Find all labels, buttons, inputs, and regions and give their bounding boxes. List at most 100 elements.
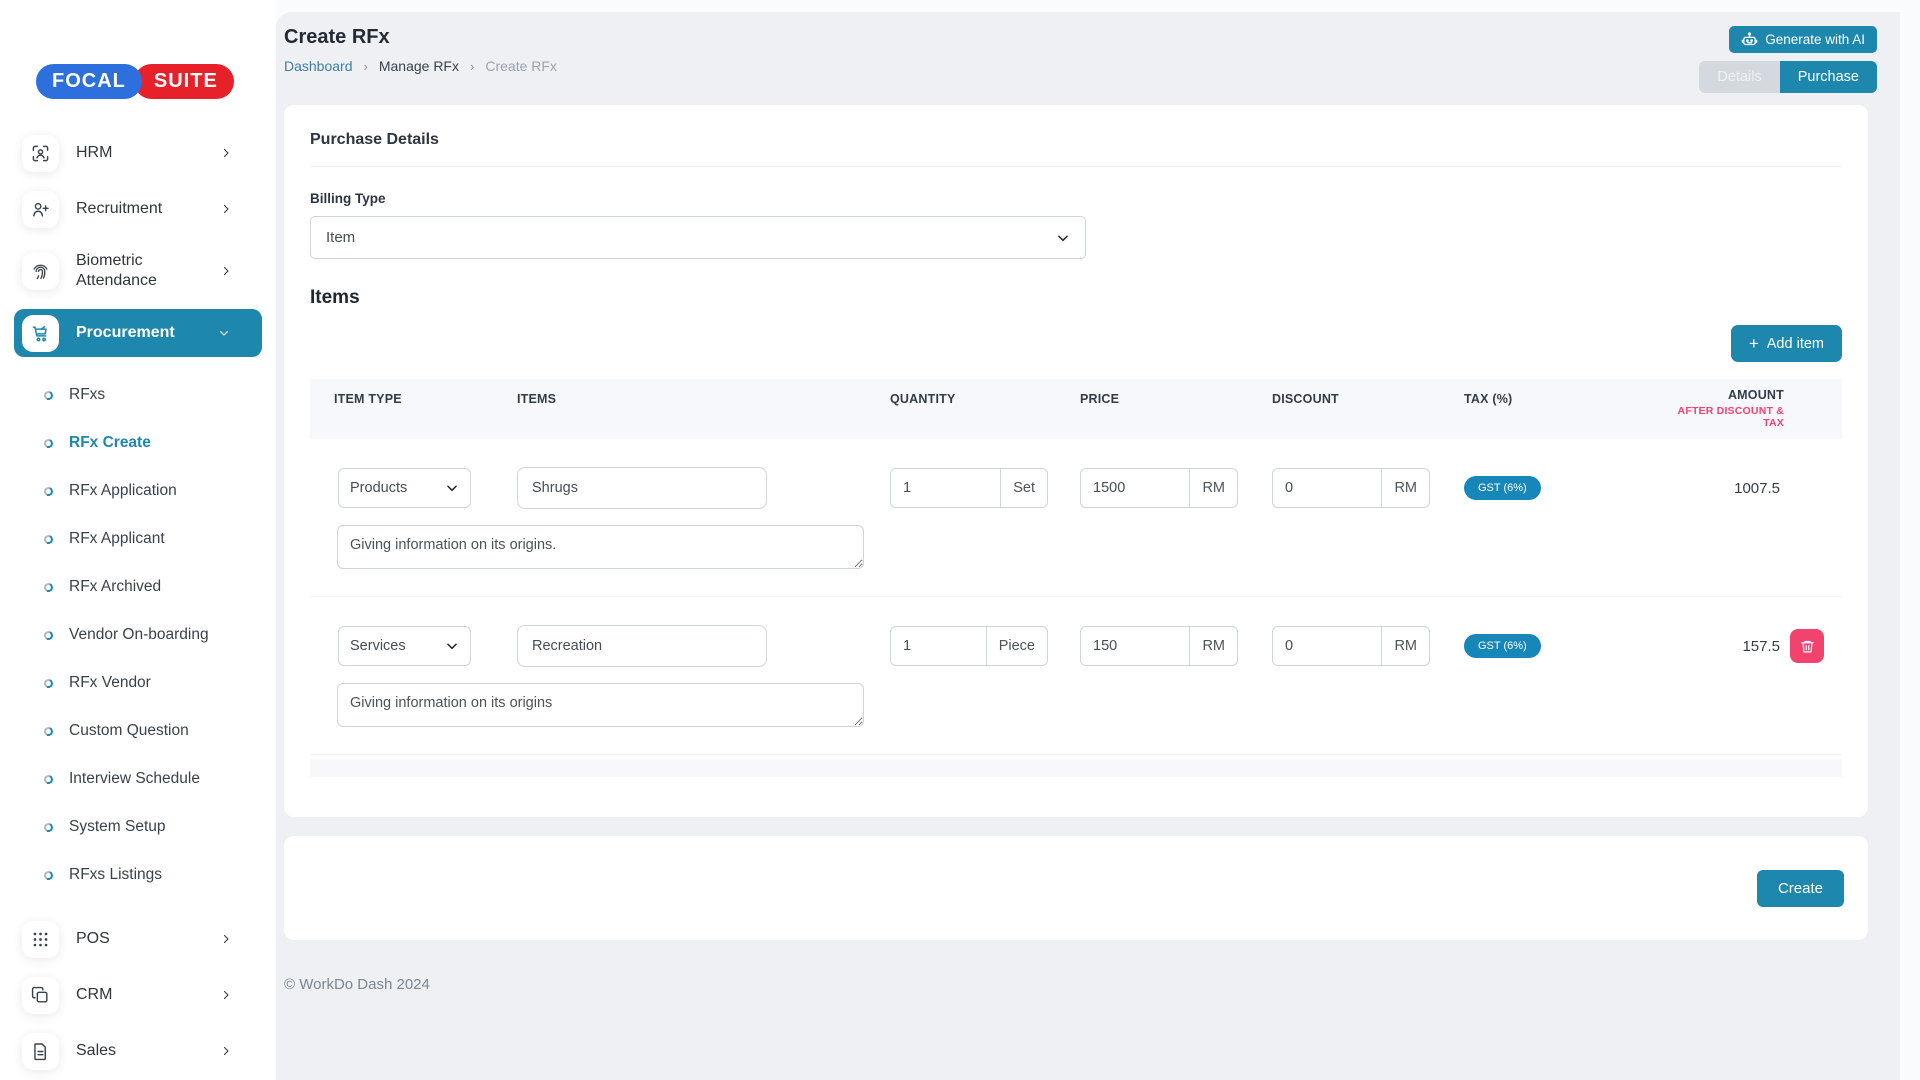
plus-icon: + xyxy=(1749,335,1759,352)
sidebar-item-rfxs-listings[interactable]: RFxs Listings xyxy=(0,851,276,899)
delete-item-button[interactable] xyxy=(1790,629,1824,663)
sidebar-item-label: HRM xyxy=(76,143,172,163)
sidebar-item-recruitment[interactable]: Recruitment xyxy=(0,181,276,237)
sidebar-item-pos[interactable]: POS xyxy=(0,911,276,967)
chevron-down-icon xyxy=(445,639,459,653)
discount-input[interactable] xyxy=(1273,469,1381,507)
table-footer-strip xyxy=(310,759,1842,777)
item-type-select[interactable]: Services xyxy=(338,626,471,666)
tab-details[interactable]: Details xyxy=(1699,61,1779,93)
sidebar-item-rfx-archived[interactable]: RFx Archived xyxy=(0,563,276,611)
item-type-select[interactable]: Products xyxy=(338,468,471,508)
logo-suite: SUITE xyxy=(134,64,234,99)
actions-card: Create xyxy=(284,836,1868,940)
sidebar-item-rfx-applicant[interactable]: RFx Applicant xyxy=(0,515,276,563)
sidebar-item-label: Sales xyxy=(76,1041,176,1061)
bullet-icon xyxy=(43,629,55,641)
breadcrumb-manage-rfx[interactable]: Manage RFx xyxy=(379,58,459,74)
price-input[interactable] xyxy=(1081,469,1189,507)
purchase-details-card: Purchase Details Billing Type Item Items… xyxy=(284,105,1868,817)
procurement-submenu: RFxs RFx Create RFx Application RFx Appl… xyxy=(0,371,276,899)
generate-with-ai-button[interactable]: Generate with AI xyxy=(1729,26,1877,53)
tax-badge: GST (6%) xyxy=(1464,476,1541,500)
hrm-scan-icon xyxy=(22,135,59,172)
fingerprint-icon xyxy=(22,253,59,290)
breadcrumb-separator: › xyxy=(364,59,368,74)
bullet-icon xyxy=(43,725,55,737)
billing-type-label: Billing Type xyxy=(310,191,1842,206)
shopping-cart-icon xyxy=(22,315,59,352)
discount-input-group: RM xyxy=(1272,626,1430,666)
quantity-input[interactable] xyxy=(891,627,986,665)
document-icon xyxy=(22,1033,59,1070)
sidebar-item-label: Procurement xyxy=(76,323,235,343)
item-description-textarea[interactable]: Giving information on its origins. xyxy=(337,525,864,569)
sidebar-item-rfx-create[interactable]: RFx Create xyxy=(0,419,276,467)
robot-icon xyxy=(1741,31,1758,48)
discount-input[interactable] xyxy=(1273,627,1381,665)
chevron-down-icon xyxy=(1056,231,1070,245)
sidebar-item-system-setup[interactable]: System Setup xyxy=(0,803,276,851)
grid-dots-icon xyxy=(22,921,59,958)
user-plus-icon xyxy=(22,191,59,228)
sidebar-item-sales[interactable]: Sales xyxy=(0,1023,276,1079)
bullet-icon xyxy=(43,773,55,785)
logo-focal: FOCAL xyxy=(36,64,142,99)
sidebar-item-crm[interactable]: CRM xyxy=(0,967,276,1023)
chevron-down-icon xyxy=(445,481,459,495)
chevron-right-icon xyxy=(220,989,232,1001)
col-header-price: PRICE xyxy=(1056,388,1248,406)
tab-purchase[interactable]: Purchase xyxy=(1780,61,1877,93)
sidebar-item-custom-question[interactable]: Custom Question xyxy=(0,707,276,755)
section-title: Purchase Details xyxy=(310,131,1842,167)
sidebar-item-label: Recruitment xyxy=(76,199,222,219)
item-name-input[interactable] xyxy=(517,467,767,509)
item-name-input[interactable] xyxy=(517,625,767,667)
trash-icon xyxy=(1800,639,1815,654)
sidebar-item-vendor-onboarding[interactable]: Vendor On-boarding xyxy=(0,611,276,659)
sidebar-item-rfx-application[interactable]: RFx Application xyxy=(0,467,276,515)
chevron-right-icon xyxy=(220,203,232,215)
sidebar-item-interview-schedule[interactable]: Interview Schedule xyxy=(0,755,276,803)
breadcrumb-dashboard[interactable]: Dashboard xyxy=(284,58,353,74)
currency-suffix: RM xyxy=(1189,627,1237,665)
sidebar-item-rfx-vendor[interactable]: RFx Vendor xyxy=(0,659,276,707)
bullet-icon xyxy=(43,581,55,593)
quantity-input-group: Piece xyxy=(890,626,1048,666)
currency-suffix: RM xyxy=(1381,469,1429,507)
sidebar-nav: HRM Recruitment Biometric Attendance xyxy=(0,125,276,1080)
breadcrumb-separator: › xyxy=(470,59,474,74)
col-header-amount-sub: AFTER DISCOUNT & TAX xyxy=(1656,405,1784,429)
col-header-quantity: QUANTITY xyxy=(866,388,1056,406)
tax-badge: GST (6%) xyxy=(1464,634,1541,658)
breadcrumb: Dashboard › Manage RFx › Create RFx xyxy=(284,58,557,74)
quantity-input-group: Set xyxy=(890,468,1048,508)
items-table-header: ITEM TYPE ITEMS QUANTITY PRICE DISCOUNT … xyxy=(310,379,1842,439)
sidebar-item-procurement[interactable]: Procurement xyxy=(14,309,262,357)
billing-type-select[interactable]: Item xyxy=(310,216,1086,259)
amount-value: 157.5 xyxy=(1632,638,1790,655)
bullet-icon xyxy=(43,485,55,497)
price-input-group: RM xyxy=(1080,468,1238,508)
sidebar-item-label: POS xyxy=(76,929,170,949)
discount-input-group: RM xyxy=(1272,468,1430,508)
col-header-items: ITEMS xyxy=(493,388,866,406)
price-input[interactable] xyxy=(1081,627,1189,665)
quantity-input[interactable] xyxy=(891,469,1000,507)
sidebar-item-hrm[interactable]: HRM xyxy=(0,125,276,181)
add-item-button[interactable]: + Add item xyxy=(1731,325,1842,362)
unit-suffix: Piece xyxy=(986,627,1047,665)
item-description-textarea[interactable]: Giving information on its origins xyxy=(337,683,864,727)
chevron-right-icon xyxy=(220,147,232,159)
sidebar-item-rfxs[interactable]: RFxs xyxy=(0,371,276,419)
chevron-down-icon xyxy=(218,327,230,339)
unit-suffix: Set xyxy=(1000,469,1047,507)
copyright-text: © WorkDo Dash 2024 xyxy=(284,976,1900,993)
app-root: FOCAL SUITE HRM Recruitment xyxy=(0,0,1920,1080)
create-button[interactable]: Create xyxy=(1757,870,1844,907)
app-logo[interactable]: FOCAL SUITE xyxy=(36,64,276,99)
sidebar-item-biometric-attendance[interactable]: Biometric Attendance xyxy=(0,237,276,305)
chevron-right-icon xyxy=(220,933,232,945)
bullet-icon xyxy=(43,869,55,881)
amount-value: 1007.5 xyxy=(1632,480,1790,497)
